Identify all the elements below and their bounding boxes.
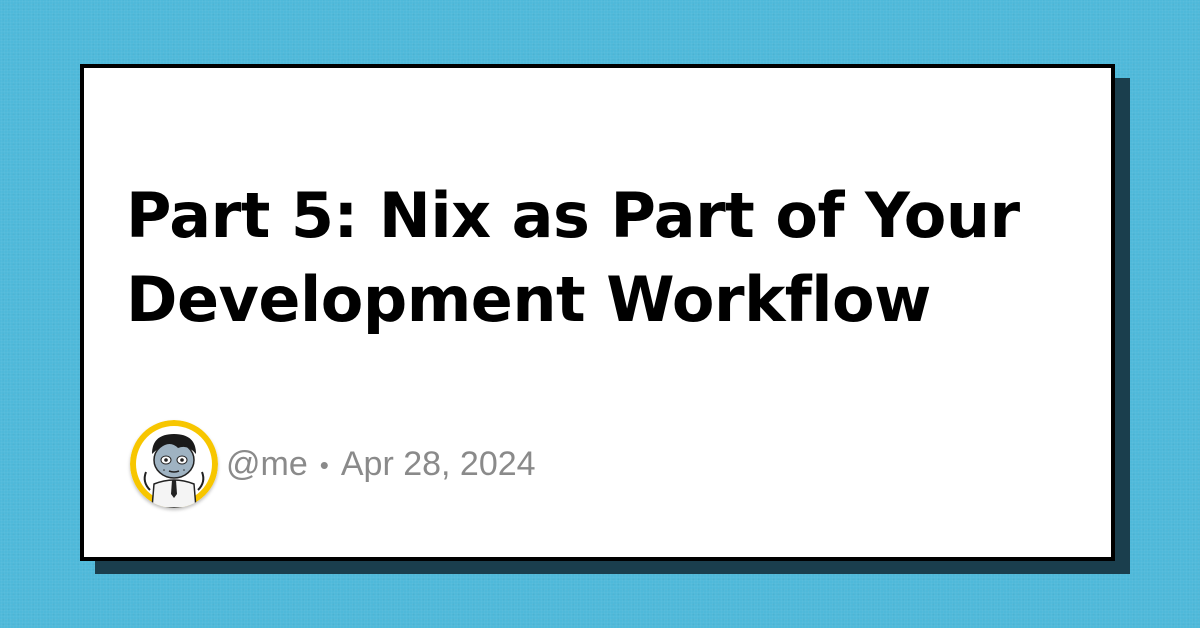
post-card: Part 5: Nix as Part of Your Development … <box>80 64 1115 561</box>
cartoon-avatar-icon <box>130 420 218 508</box>
byline: @me • Apr 28, 2024 <box>226 445 536 484</box>
post-meta: @me • Apr 28, 2024 <box>130 418 536 510</box>
post-date: Apr 28, 2024 <box>340 444 536 483</box>
author-handle[interactable]: @me <box>226 445 308 483</box>
post-title: Part 5: Nix as Part of Your Development … <box>126 179 1020 336</box>
byline-separator: • <box>319 450 329 481</box>
avatar <box>130 420 218 508</box>
